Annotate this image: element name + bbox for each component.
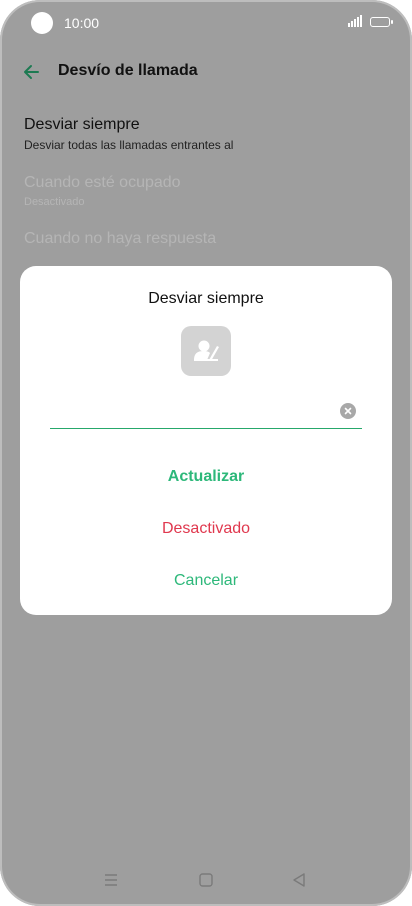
close-icon xyxy=(344,407,352,415)
list-item-busy[interactable]: Cuando esté ocupado Desactivado xyxy=(24,174,394,208)
home-button[interactable] xyxy=(196,870,216,890)
status-time: 10:00 xyxy=(64,15,100,31)
back-nav-button[interactable] xyxy=(289,870,309,890)
status-icons xyxy=(348,15,393,27)
home-icon xyxy=(199,873,213,887)
arrow-left-icon xyxy=(24,65,39,79)
contact-picker-button[interactable] xyxy=(181,326,231,376)
battery-icon xyxy=(370,17,393,27)
list-item-always[interactable]: Desviar siempre Desviar todas las llamad… xyxy=(24,116,394,152)
settings-list: Desviar siempre Desviar todas las llamad… xyxy=(24,116,394,270)
navigation-bar xyxy=(0,870,412,900)
cancel-button[interactable]: Cancelar xyxy=(20,572,392,590)
dialog-title: Desviar siempre xyxy=(148,290,264,307)
clear-button[interactable] xyxy=(340,403,356,419)
deactivate-button[interactable]: Desactivado xyxy=(20,520,392,538)
phone-screen: 10:00 Desvío de llamada Desviar siempre … xyxy=(0,0,412,906)
forward-number-field[interactable] xyxy=(50,396,362,429)
contact-picker-icon xyxy=(194,340,219,361)
page-title: Desvío de llamada xyxy=(58,62,198,79)
list-item-subtitle: Desviar todas las llamadas entrantes al xyxy=(24,138,234,152)
app-header: Desvío de llamada xyxy=(0,52,412,92)
forward-number-input[interactable] xyxy=(50,396,334,428)
status-bar: 10:00 xyxy=(0,0,412,46)
list-item-title: Cuando esté ocupado xyxy=(24,174,181,191)
list-item-subtitle: Desactivado xyxy=(24,196,85,208)
list-item-title: Cuando no haya respuesta xyxy=(24,230,217,247)
forward-dialog: Desviar siempre Actualizar Desactivado C… xyxy=(20,266,392,615)
back-triangle-icon xyxy=(293,873,305,887)
signal-icon xyxy=(348,15,362,27)
front-camera xyxy=(31,12,53,34)
update-button[interactable]: Actualizar xyxy=(20,468,392,486)
menu-icon xyxy=(105,874,117,886)
list-item-no-answer[interactable]: Cuando no haya respuesta xyxy=(24,230,394,248)
list-item-title: Desviar siempre xyxy=(24,116,140,133)
menu-button[interactable] xyxy=(101,870,121,890)
back-button[interactable] xyxy=(18,58,46,86)
